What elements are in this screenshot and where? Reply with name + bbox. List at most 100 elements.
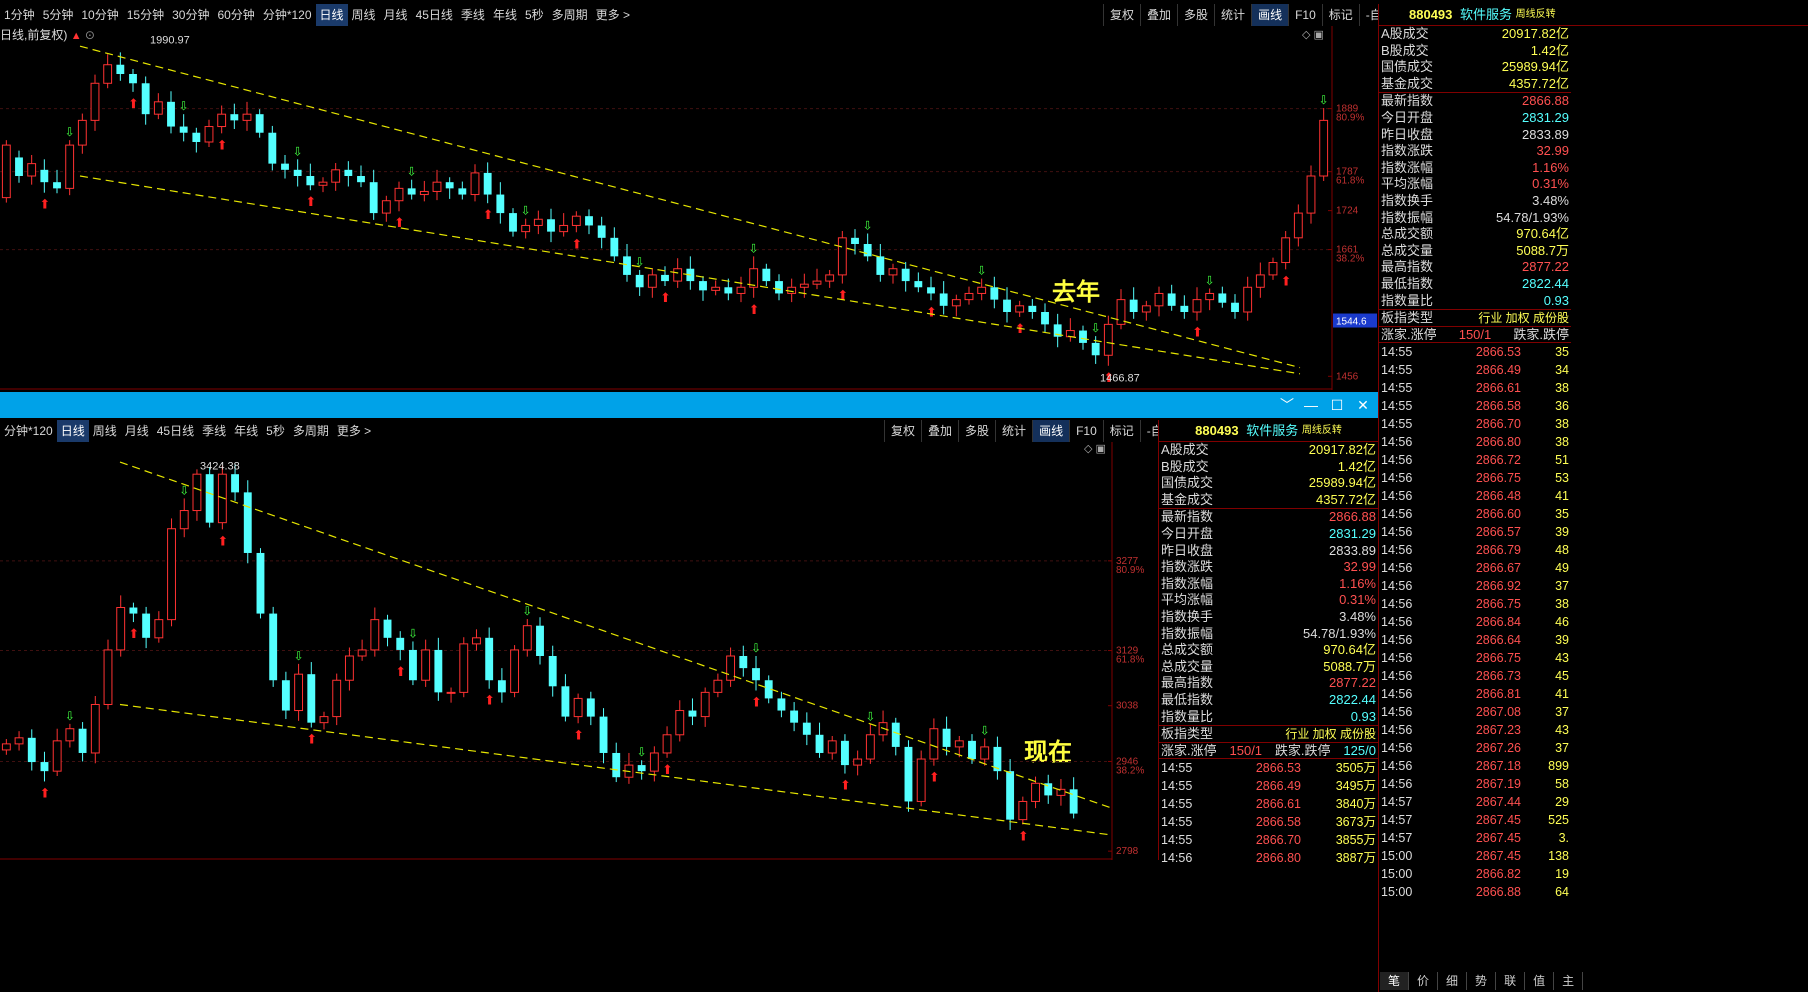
right-index-stat-row: 昨日收盘 2833.89 bbox=[1379, 127, 1571, 144]
candle-body bbox=[242, 113, 252, 121]
market-volume-section: A股成交 20917.82亿 B股成交 1.42亿 国债成交 25989.94亿 基金成交 4… bbox=[1159, 442, 1378, 510]
candle-body bbox=[381, 200, 391, 214]
candle-body bbox=[661, 274, 669, 282]
sell-signal-arrow-icon: ⇩ bbox=[863, 218, 873, 232]
bottom-period-6[interactable]: 年线 bbox=[230, 420, 262, 442]
candle-body bbox=[40, 169, 49, 183]
bottom-candlestick-chart[interactable]: 80.9%61.8%38.2%32773129303829462798⬆⇩⬆⇩⬆… bbox=[0, 442, 1158, 860]
panel-tab-3[interactable]: 势 bbox=[1467, 972, 1497, 990]
right-market-volume-label: 国债成交 bbox=[1381, 59, 1434, 75]
bottom-tool-1[interactable]: 叠加 bbox=[921, 420, 958, 442]
y-tick-label: 1661 bbox=[1336, 245, 1359, 256]
bottom-period-4[interactable]: 45日线 bbox=[153, 420, 198, 442]
candle-body bbox=[914, 281, 923, 288]
panel-tab-1[interactable]: 价 bbox=[1409, 972, 1439, 990]
right-index-stat-row: 最高指数 2877.22 bbox=[1379, 259, 1571, 276]
top-tool-6[interactable]: 标记 bbox=[1321, 4, 1359, 26]
candle-body bbox=[713, 679, 723, 693]
candle-body bbox=[888, 268, 898, 276]
top-candlestick-chart[interactable]: 80.9%61.8%38.2%18891787172416611456⬆⇩⬆ ⇩⬆… bbox=[0, 26, 1378, 390]
candle-body bbox=[65, 144, 75, 189]
tick-volume: 525 bbox=[1548, 813, 1569, 828]
sell-signal-arrow-icon: ⇩ bbox=[635, 255, 645, 269]
window-close-icon[interactable]: ✕ bbox=[1352, 395, 1374, 415]
bottom-period-7[interactable]: 5秒 bbox=[262, 420, 289, 442]
candle-body bbox=[421, 649, 431, 681]
bottom-tool-6[interactable]: 标记 bbox=[1102, 420, 1140, 442]
board-type-row: 板指类型 行业 加权 成份股 bbox=[1159, 726, 1378, 743]
candle-body bbox=[497, 680, 506, 693]
panel-tab-6[interactable]: 主 bbox=[1554, 972, 1584, 990]
bottom-period-8[interactable]: 多周期 bbox=[289, 420, 333, 442]
bottom-period-2[interactable]: 周线 bbox=[89, 420, 121, 442]
top-period-7[interactable]: 日线 bbox=[315, 4, 348, 26]
top-tool-3[interactable]: 统计 bbox=[1214, 4, 1251, 26]
panel-tab-0[interactable]: 笔 bbox=[1380, 972, 1410, 990]
top-period-1[interactable]: 5分钟 bbox=[39, 4, 78, 26]
tick-time: 15:00 bbox=[1381, 849, 1413, 864]
bottom-tool-4[interactable]: 画线 bbox=[1032, 420, 1070, 442]
bottom-tool-2[interactable]: 多股 bbox=[958, 420, 995, 442]
bottom-period-5[interactable]: 季线 bbox=[198, 420, 230, 442]
top-period-14[interactable]: 多周期 bbox=[548, 4, 592, 26]
bottom-period-9[interactable]: 更多 > bbox=[333, 420, 375, 442]
buy-signal-arrow-icon: ⬆ bbox=[128, 626, 139, 641]
candle-body bbox=[419, 190, 429, 196]
market-volume-row: A股成交 20917.82亿 bbox=[1159, 442, 1378, 459]
candle-body bbox=[841, 740, 849, 766]
panel-tab-4[interactable]: 联 bbox=[1496, 972, 1526, 990]
candle-body bbox=[116, 607, 126, 651]
panel-tab-5[interactable]: 值 bbox=[1525, 972, 1555, 990]
candle-body bbox=[129, 607, 138, 614]
board-type-value[interactable]: 行业 加权 成份股 bbox=[1285, 726, 1376, 742]
candle-body bbox=[1103, 323, 1113, 356]
right-index-stats-section: 最新指数 2866.88 今日开盘 2831.29 昨日收盘 2833.89 指数涨跌 32.… bbox=[1379, 93, 1571, 311]
bottom-period-3[interactable]: 月线 bbox=[121, 420, 153, 442]
top-tool-1[interactable]: 叠加 bbox=[1140, 4, 1177, 26]
top-period-3[interactable]: 15分钟 bbox=[123, 4, 168, 26]
index-stat-value: 2822.44 bbox=[1329, 691, 1376, 707]
top-period-6[interactable]: 分钟*120 bbox=[259, 4, 316, 26]
right-board-type-value[interactable]: 行业 加权 成份股 bbox=[1478, 310, 1569, 326]
tick-time: 14:55 bbox=[1161, 779, 1193, 794]
market-volume-label: A股成交 bbox=[1161, 442, 1209, 457]
candle-body bbox=[1192, 299, 1202, 313]
top-tool-0[interactable]: 复权 bbox=[1103, 4, 1140, 26]
bottom-tool-3[interactable]: 统计 bbox=[995, 420, 1032, 442]
down-count-value: 125/0 bbox=[1343, 742, 1376, 758]
window-titlebar[interactable]: ﹀ — ☐ ✕ bbox=[0, 392, 1380, 418]
tick-time: 14:56 bbox=[1381, 615, 1413, 630]
top-tool-4[interactable]: 画线 bbox=[1251, 4, 1289, 26]
top-tool-2[interactable]: 多股 bbox=[1177, 4, 1214, 26]
top-period-0[interactable]: 1分钟 bbox=[0, 4, 39, 26]
top-period-2[interactable]: 10分钟 bbox=[77, 4, 122, 26]
candle-body bbox=[432, 181, 442, 192]
candle-body bbox=[597, 225, 606, 238]
right-tick-row: 14:56 2866.92 37 bbox=[1379, 577, 1571, 595]
top-period-15[interactable]: 更多 > bbox=[592, 4, 634, 26]
top-period-11[interactable]: 季线 bbox=[457, 4, 489, 26]
bottom-tool-0[interactable]: 复权 bbox=[884, 420, 921, 442]
window-maximize-icon[interactable]: ☐ bbox=[1326, 395, 1348, 415]
candle-body bbox=[548, 656, 557, 687]
bottom-tool-5[interactable]: F10 bbox=[1069, 420, 1103, 442]
top-period-13[interactable]: 5秒 bbox=[521, 4, 548, 26]
panel-tab-2[interactable]: 细 bbox=[1438, 972, 1468, 990]
window-minimize-icon[interactable]: — bbox=[1300, 395, 1322, 415]
bottom-period-1[interactable]: 日线 bbox=[56, 420, 89, 442]
tick-volume: 41 bbox=[1555, 687, 1569, 702]
buy-signal-arrow-icon: ⬆ bbox=[306, 732, 317, 747]
market-volume-row: 基金成交 4357.72亿 bbox=[1159, 492, 1378, 509]
top-period-10[interactable]: 45日线 bbox=[412, 4, 457, 26]
top-period-9[interactable]: 月线 bbox=[380, 4, 412, 26]
buy-signal-arrow-icon: ⬆ bbox=[217, 137, 228, 152]
top-tool-5[interactable]: F10 bbox=[1288, 4, 1322, 26]
top-period-8[interactable]: 周线 bbox=[348, 4, 380, 26]
tick-volume: 3. bbox=[1558, 831, 1569, 846]
top-period-5[interactable]: 60分钟 bbox=[213, 4, 258, 26]
top-period-12[interactable]: 年线 bbox=[489, 4, 521, 26]
window-collapse-icon[interactable]: ﹀ bbox=[1276, 395, 1298, 415]
right-index-stat-label: 总成交额 bbox=[1381, 226, 1434, 242]
top-period-4[interactable]: 30分钟 bbox=[168, 4, 213, 26]
bottom-period-0[interactable]: 分钟*120 bbox=[0, 420, 57, 442]
